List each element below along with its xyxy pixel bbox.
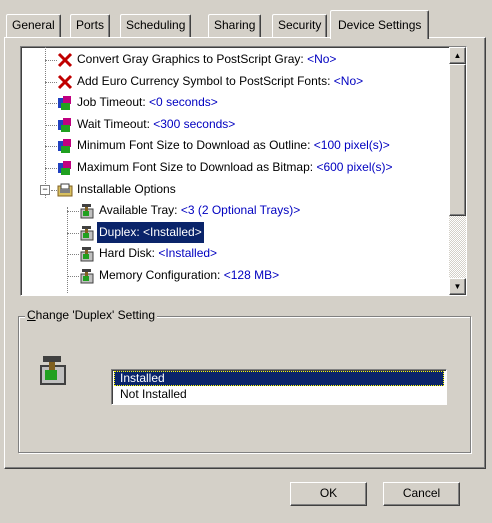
- tab-strip: General Ports Scheduling Sharing Securit…: [6, 10, 486, 40]
- group-label: Change 'Duplex' Setting: [25, 308, 158, 322]
- collapse-toggle[interactable]: −: [40, 184, 50, 195]
- gear-setting-icon: [58, 96, 71, 111]
- device-settings-panel: Convert Gray Graphics to PostScript Gray…: [4, 37, 486, 469]
- tree-item-job-timeout[interactable]: Job Timeout: <0 seconds>: [21, 92, 447, 114]
- cancel-button[interactable]: Cancel: [383, 482, 460, 506]
- hammer-option-icon: [80, 247, 94, 262]
- tree-item-label: Job Timeout:: [77, 95, 150, 110]
- duplex-options-list[interactable]: Installed Not Installed: [111, 369, 447, 405]
- gear-setting-icon: [58, 160, 71, 175]
- tree-scrollbar[interactable]: ▲ ▼: [449, 47, 466, 295]
- tree-item-value: <300 seconds>: [153, 116, 236, 131]
- gear-setting-icon: [58, 117, 71, 132]
- tree-item-value: <No>: [307, 52, 337, 66]
- tab-device-settings[interactable]: Device Settings: [330, 10, 430, 39]
- tab-ports[interactable]: Ports: [70, 14, 111, 37]
- tree-item-value: <Installed>: [158, 246, 218, 261]
- red-x-icon: [57, 52, 73, 68]
- scroll-thumb[interactable]: [449, 64, 466, 216]
- tab-scheduling[interactable]: Scheduling: [120, 14, 192, 37]
- tree-item-label: Duplex:: [99, 224, 144, 239]
- printer-folder-icon: [57, 183, 73, 197]
- hammer-option-icon: [80, 225, 94, 241]
- tree-item-label: Add Euro Currency Symbol to PostScript F…: [77, 73, 334, 88]
- tree-item-hard-disk[interactable]: Hard Disk: <Installed>: [21, 243, 447, 265]
- tree-item-memory-configuration[interactable]: Memory Configuration: <128 MB>: [21, 265, 447, 287]
- tree-item-installable-options[interactable]: − Installable Options: [21, 179, 447, 201]
- tree-item-label: Minimum Font Size to Download as Outline…: [77, 138, 314, 153]
- tree-item-label: Available Tray:: [99, 203, 181, 218]
- tree-item-label: Hard Disk:: [99, 246, 159, 261]
- option-installed[interactable]: Installed: [114, 371, 444, 386]
- tree-item-value: <No>: [333, 73, 364, 88]
- hammer-option-icon: [40, 356, 66, 385]
- tree-item-value: <600 pixel(s)>: [316, 159, 393, 174]
- tree-item-label: Convert Gray Graphics to PostScript Gray…: [77, 52, 308, 66]
- tree-item-label: Memory Configuration:: [99, 267, 224, 282]
- tree-item-value: <128 MB>: [223, 267, 280, 282]
- tree-item-label: Wait Timeout:: [77, 116, 154, 131]
- tree-item-max-font-size[interactable]: Maximum Font Size to Download as Bitmap:…: [21, 157, 447, 179]
- tree-rows: Convert Gray Graphics to PostScript Gray…: [21, 49, 447, 287]
- ok-button[interactable]: OK: [290, 482, 367, 506]
- tree-item-label: Maximum Font Size to Download as Bitmap:: [77, 159, 317, 174]
- settings-tree[interactable]: Convert Gray Graphics to PostScript Gray…: [20, 46, 467, 296]
- red-x-icon: [57, 74, 73, 89]
- option-not-installed[interactable]: Not Installed: [114, 387, 444, 402]
- hammer-option-icon: [80, 268, 94, 284]
- tab-general[interactable]: General: [6, 14, 61, 37]
- tree-item-label: Installable Options: [77, 181, 176, 196]
- tree-item-euro-symbol[interactable]: Add Euro Currency Symbol to PostScript F…: [21, 71, 447, 93]
- tree-item-duplex[interactable]: Duplex: <Installed>: [21, 221, 447, 244]
- scroll-up-button[interactable]: ▲: [449, 47, 466, 64]
- tab-sharing[interactable]: Sharing: [208, 14, 262, 37]
- tab-security[interactable]: Security: [272, 14, 328, 37]
- tree-item-value: <Installed>: [143, 224, 202, 239]
- tree-item-wait-timeout[interactable]: Wait Timeout: <300 seconds>: [21, 114, 447, 136]
- tree-item-value: <0 seconds>: [149, 95, 218, 110]
- tree-item-convert-gray[interactable]: Convert Gray Graphics to PostScript Gray…: [21, 49, 447, 71]
- tree-item-available-tray[interactable]: Available Tray: <3 (2 Optional Trays)>: [21, 200, 447, 222]
- gear-setting-icon: [58, 139, 71, 154]
- tree-item-value: <3 (2 Optional Trays)>: [180, 203, 301, 218]
- tree-item-value: <100 pixel(s)>: [313, 138, 390, 153]
- scroll-down-button[interactable]: ▼: [449, 278, 466, 295]
- hammer-option-icon: [80, 204, 94, 219]
- tree-item-min-font-size[interactable]: Minimum Font Size to Download as Outline…: [21, 135, 447, 157]
